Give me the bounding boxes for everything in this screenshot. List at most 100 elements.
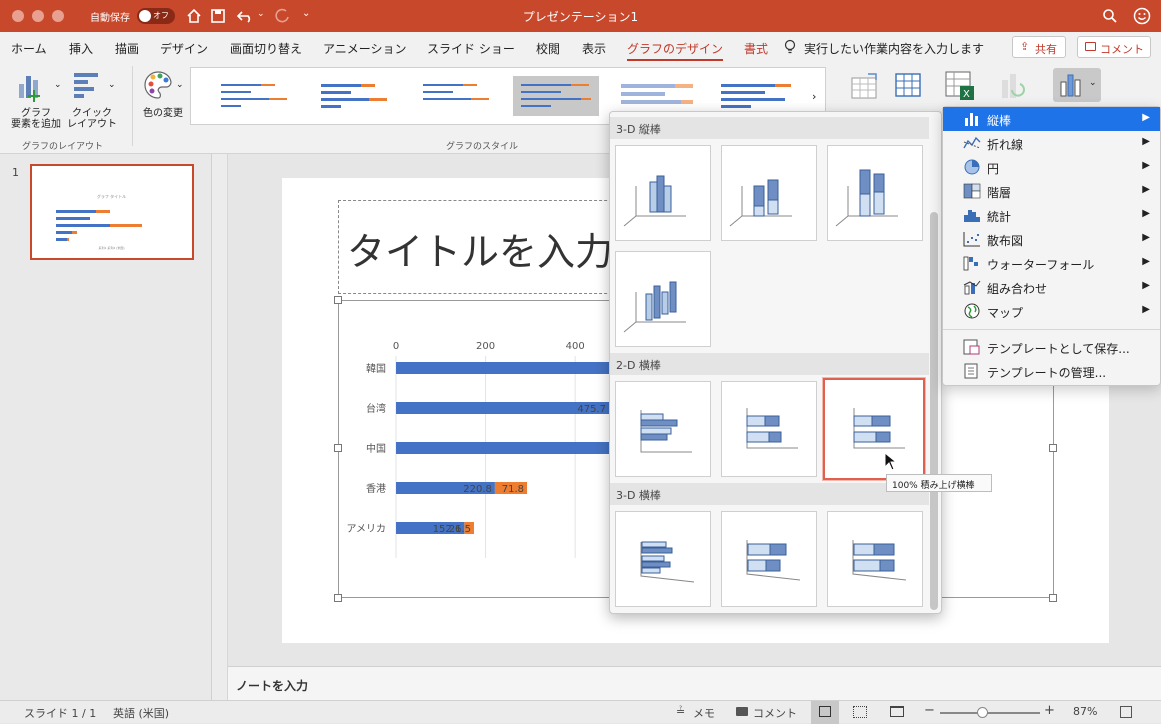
change-chart-type-icon bbox=[1060, 74, 1081, 97]
add-chart-element-icon bbox=[19, 76, 40, 102]
fit-to-window-icon[interactable] bbox=[1120, 706, 1132, 718]
x-tick-label: 400 bbox=[566, 341, 585, 352]
stacked-bar-icon bbox=[746, 408, 798, 449]
resize-handle[interactable] bbox=[1049, 594, 1057, 602]
zoom-level[interactable]: 87% bbox=[1073, 705, 1097, 718]
tab-animations[interactable]: アニメーション bbox=[323, 40, 407, 57]
chart-type-3d-100-stacked-bar[interactable] bbox=[827, 511, 923, 607]
gallery-scrollbar[interactable] bbox=[930, 212, 938, 610]
language-indicator[interactable]: 英語 (米国) bbox=[113, 705, 169, 721]
chart-type-3d-clustered-bar[interactable] bbox=[615, 511, 711, 607]
menu-item-hierarchy[interactable]: 階層 ▶ bbox=[943, 179, 1160, 203]
comment-icon bbox=[1085, 42, 1096, 51]
menu-item-pie[interactable]: 円 ▶ bbox=[943, 155, 1160, 179]
quick-layout-button[interactable]: ⌄ クイック レイアウト bbox=[66, 66, 118, 130]
share-button[interactable]: ⇪ 共有 bbox=[1012, 36, 1066, 58]
chart-style-2[interactable] bbox=[311, 78, 397, 116]
tab-chart-design[interactable]: グラフのデザイン bbox=[627, 40, 724, 61]
chart-type-clustered-bar[interactable] bbox=[615, 381, 711, 477]
tab-home[interactable]: ホーム bbox=[11, 40, 47, 57]
zoom-out-icon[interactable]: − bbox=[924, 703, 935, 718]
chart-type-3d-stacked-bar[interactable] bbox=[721, 511, 817, 607]
treemap-icon bbox=[963, 183, 981, 199]
chart-type-3d-100-stacked-column[interactable] bbox=[827, 145, 923, 241]
3d-100-stacked-bar-icon bbox=[852, 540, 907, 581]
smiley-feedback-icon[interactable] bbox=[1133, 7, 1151, 25]
chart-type-3d-stacked-column[interactable] bbox=[721, 145, 817, 241]
search-icon[interactable] bbox=[1102, 8, 1118, 24]
menu-item-manage-templates[interactable]: テンプレートの管理... bbox=[943, 359, 1160, 383]
y-category-label: 台湾 bbox=[366, 402, 386, 415]
tab-slideshow[interactable]: スライド ショー bbox=[427, 40, 515, 57]
combo-chart-icon bbox=[963, 280, 981, 295]
tab-transitions[interactable]: 画面切り替え bbox=[230, 40, 302, 57]
section-3d-bar: 3-D 横棒 bbox=[610, 483, 929, 505]
switch-row-column-icon[interactable] bbox=[850, 72, 882, 102]
menu-item-save-template[interactable]: テンプレートとして保存... bbox=[943, 335, 1160, 359]
normal-view-button[interactable] bbox=[811, 701, 839, 724]
change-chart-type-button[interactable]: ⌄ bbox=[1053, 68, 1101, 102]
data-label: 21.5 bbox=[449, 524, 471, 535]
presenter-view-icon[interactable] bbox=[890, 706, 904, 717]
title-bar: 自動保存 オフ ⌄ ⌄ プレゼンテーション1 bbox=[0, 0, 1161, 32]
chart-style-4[interactable] bbox=[513, 76, 599, 116]
resize-handle[interactable] bbox=[334, 594, 342, 602]
quick-layout-icon bbox=[74, 73, 98, 98]
tab-draw[interactable]: 描画 bbox=[115, 40, 139, 57]
resize-handle[interactable] bbox=[334, 296, 342, 304]
3d-column-icon bbox=[623, 281, 686, 333]
mouse-pointer-icon bbox=[884, 452, 898, 471]
x-tick-label: 200 bbox=[476, 341, 495, 352]
gallery-next-icon[interactable]: › bbox=[812, 90, 816, 103]
menu-item-map[interactable]: マップ ▶ bbox=[943, 299, 1160, 323]
comment-icon[interactable] bbox=[736, 707, 748, 716]
zoom-slider-thumb[interactable] bbox=[977, 707, 988, 718]
select-data-icon[interactable] bbox=[894, 70, 924, 100]
chart-type-3d-column[interactable] bbox=[615, 251, 711, 347]
notes-pane[interactable]: ノートを入力 bbox=[228, 666, 1161, 700]
chart-style-1[interactable] bbox=[211, 78, 297, 116]
tab-review[interactable]: 校閲 bbox=[536, 40, 560, 57]
100-stacked-bar-icon bbox=[853, 408, 905, 449]
change-colors-button[interactable]: ⌄ 色の変更 bbox=[138, 66, 188, 128]
tab-insert[interactable]: 挿入 bbox=[69, 40, 93, 57]
menu-item-combo[interactable]: 組み合わせ ▶ bbox=[943, 275, 1160, 299]
comments-button[interactable]: コメント bbox=[1077, 36, 1151, 58]
column-chart-icon bbox=[965, 113, 978, 126]
zoom-slider[interactable] bbox=[940, 712, 1040, 714]
zoom-in-icon[interactable]: + bbox=[1044, 703, 1055, 718]
chart-type-100-stacked-bar[interactable] bbox=[823, 378, 925, 480]
notes-toggle[interactable]: メモ bbox=[693, 705, 715, 721]
tab-design[interactable]: デザイン bbox=[160, 40, 208, 57]
clustered-bar-icon bbox=[640, 410, 692, 453]
chart-type-stacked-bar[interactable] bbox=[721, 381, 817, 477]
svg-text:X: X bbox=[963, 89, 970, 100]
slide-number: 1 bbox=[12, 166, 19, 179]
menu-item-column[interactable]: 縦棒 ▶ bbox=[943, 107, 1160, 131]
scatter-chart-icon bbox=[963, 232, 980, 247]
comments-toggle[interactable]: コメント bbox=[753, 705, 797, 721]
status-bar: スライド 1 / 1 英語 (米国) ≟ メモ コメント − + 87% bbox=[0, 700, 1161, 724]
chart-type-3d-clustered-column[interactable] bbox=[615, 145, 711, 241]
refresh-data-icon[interactable] bbox=[998, 70, 1028, 102]
menu-item-scatter[interactable]: 散布図 ▶ bbox=[943, 227, 1160, 251]
manage-templates-icon bbox=[964, 363, 978, 379]
3d-clustered-column-icon bbox=[623, 175, 686, 227]
panel-scrollbar[interactable] bbox=[212, 154, 228, 700]
menu-item-statistic[interactable]: 統計 ▶ bbox=[943, 203, 1160, 227]
add-chart-element-button[interactable]: ⌄ グラフ 要素を追加 bbox=[10, 66, 62, 130]
group-label-chart-styles: グラフのスタイル bbox=[446, 142, 519, 152]
tell-me-box[interactable]: 実行したい作業内容を入力します bbox=[804, 40, 984, 57]
chart-style-3[interactable] bbox=[413, 78, 499, 116]
notes-icon[interactable]: ≟ bbox=[676, 705, 685, 718]
menu-item-line[interactable]: 折れ線 ▶ bbox=[943, 131, 1160, 155]
slide-thumbnail[interactable]: グラフ タイトル 系列1 系列2 (米国) bbox=[30, 164, 194, 260]
ribbon-divider bbox=[132, 66, 133, 146]
tab-format[interactable]: 書式 bbox=[744, 40, 768, 57]
chart-type-gallery: 3-D 縦棒 2-D 横棒 3-D 横棒 bbox=[609, 111, 942, 614]
edit-data-in-excel-icon[interactable]: X bbox=[944, 70, 976, 102]
tab-view[interactable]: 表示 bbox=[582, 40, 606, 57]
menu-item-waterfall[interactable]: ウォーターフォール ▶ bbox=[943, 251, 1160, 275]
slide-sorter-icon[interactable] bbox=[853, 706, 867, 718]
palette-icon bbox=[144, 71, 172, 99]
